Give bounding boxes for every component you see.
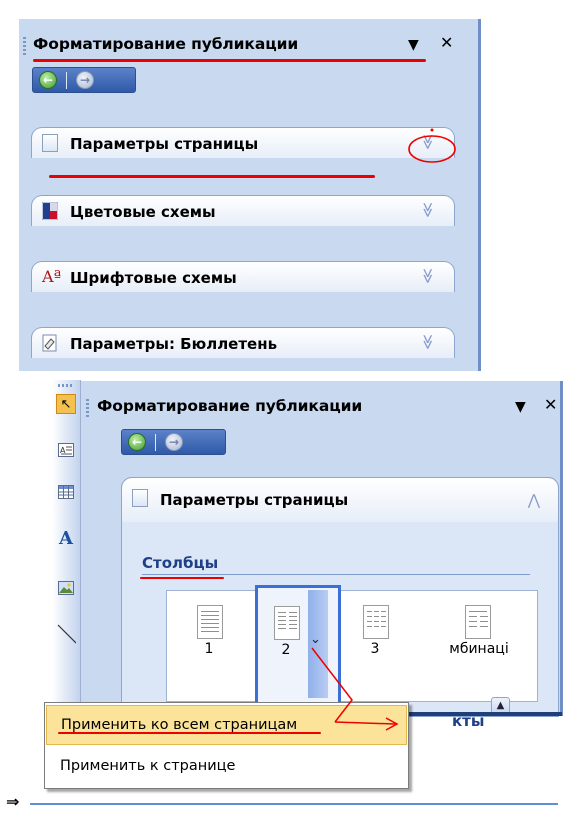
section-label: Параметры страницы [70,135,259,153]
back-arrow-icon[interactable]: ← [39,71,57,89]
pane-grip[interactable] [86,399,89,417]
task-pane-title-bar: Форматирование публикации ▼ ✕ [81,381,560,427]
page-preview-icon [363,605,389,639]
task-pane-top: Форматирование публикации ▼ ✕ ← → Параме… [19,19,481,371]
wordart-icon[interactable]: A [56,528,76,549]
task-pane-title: Форматирование публикации [33,35,299,53]
annotation-underline-title [33,59,426,62]
section-label: Шрифтовые схемы [70,269,237,287]
toolbar-grip[interactable] [58,384,74,387]
annotation-underline-section [49,175,375,178]
font-schemes-icon: Aª [42,267,62,286]
forward-arrow-icon[interactable]: → [165,433,183,451]
navigation-bar: ← → [121,429,226,455]
close-icon[interactable]: ✕ [440,33,453,53]
column-option-label: 2 [281,642,291,658]
annotation-circle [408,128,456,163]
page-icon [132,489,148,507]
column-option-label: 1 [204,641,214,657]
apply-to-all-pages-item[interactable]: Применить ко всем страницам [46,705,407,745]
pane-menu-dropdown-icon[interactable]: ▼ [408,35,419,55]
page-preview-icon [465,605,491,639]
annotation-underline-menu-item [58,732,321,734]
context-menu: Применить ко всем страницам Применить к … [44,702,409,789]
navigation-bar: ← → [32,67,136,93]
apply-to-page-item[interactable]: Применить к странице [46,747,407,787]
newsletter-options-icon [42,334,57,352]
section-newsletter-options[interactable]: Параметры: Бюллетень ≫ [31,327,455,358]
right-arrow-icon: ⇒ [6,792,20,811]
nav-separator [66,72,67,89]
column-option-1[interactable]: 1 [179,591,239,703]
pane-grip[interactable] [23,37,26,55]
text-box-icon[interactable]: A [56,440,76,460]
menu-item-label: Применить ко всем страницам [61,717,298,733]
collapse-chevron-icon[interactable]: ⋀ [528,490,540,510]
section-label: Цветовые схемы [70,203,216,221]
page-preview-icon [197,605,223,639]
expand-chevron-icon[interactable]: ≫ [418,268,438,284]
section-page-options[interactable]: Параметры страницы ≫ [31,127,455,158]
column-option-combination[interactable]: мбинаці [437,591,521,703]
back-arrow-icon[interactable]: ← [128,433,146,451]
line-icon[interactable] [56,624,76,644]
annotation-underline-columns [140,577,224,579]
nav-separator [155,434,156,451]
pane-menu-dropdown-icon[interactable]: ▼ [515,397,526,417]
section-label: Параметры страницы [160,491,349,509]
color-schemes-icon [42,202,58,220]
picture-icon[interactable] [56,578,76,598]
objects-toolbar: ↖ A A [52,380,81,716]
section-font-schemes[interactable]: Aª Шрифтовые схемы ≫ [31,261,455,292]
menu-item-label: Применить к странице [60,758,236,774]
column-option-label: мбинаці [449,641,509,657]
forward-arrow-icon[interactable]: → [76,71,94,89]
page-preview-icon [274,606,300,640]
columns-heading-rule [142,574,530,575]
section-page-options-header[interactable]: Параметры страницы ⋀ [121,477,559,522]
column-option-label: 3 [370,641,380,657]
table-icon[interactable] [56,482,76,502]
columns-heading: Столбцы [142,554,219,572]
task-pane-title: Форматирование публикации [97,397,363,415]
select-arrow-icon[interactable]: ↖ [56,394,76,414]
section-color-schemes[interactable]: Цветовые схемы ≫ [31,195,455,226]
bottom-rule [30,803,558,805]
task-pane-bottom: Форматирование публикации ▼ ✕ ← → Параме… [81,381,563,730]
close-icon[interactable]: ✕ [544,395,557,415]
chevron-down-icon[interactable]: ⌄ [310,632,321,647]
column-option-2-selected[interactable]: ⌄ 2 [255,585,341,705]
column-option-3[interactable]: 3 [345,591,405,703]
columns-gallery: 1 ⌄ 2 3 мбинаці [166,585,538,705]
section-page-options-panel: Параметры страницы ⋀ Столбцы 1 ⌄ 2 3 мби… [121,477,559,730]
expand-chevron-icon[interactable]: ≫ [418,202,438,218]
page-icon [42,134,58,152]
expand-chevron-icon[interactable]: ≫ [418,334,438,350]
section-label: Параметры: Бюллетень [70,335,278,353]
